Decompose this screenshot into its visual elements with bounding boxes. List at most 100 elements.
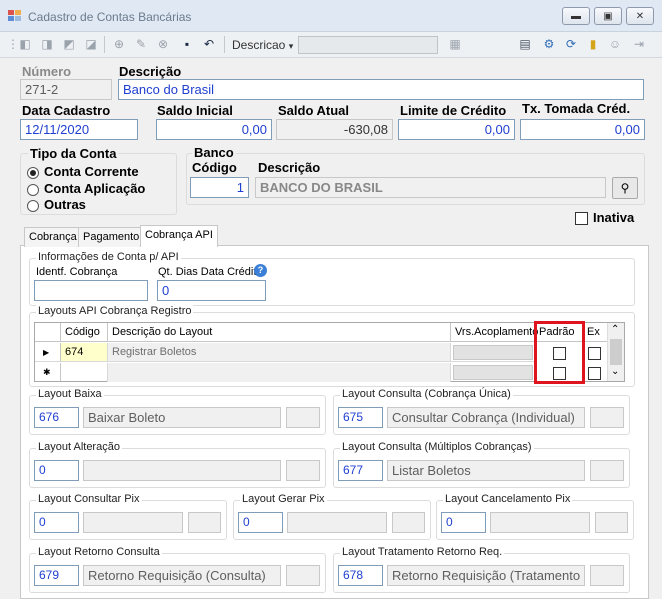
ex-checkbox[interactable] <box>588 347 601 360</box>
radio-outras[interactable] <box>27 200 39 212</box>
scroll-up-icon[interactable]: ⌃ <box>611 324 619 335</box>
first-record-icon[interactable]: ◧ <box>16 35 34 53</box>
note-icon[interactable]: ▮ <box>584 35 602 53</box>
scroll-thumb[interactable] <box>610 339 622 365</box>
chevron-down-icon: ▾ <box>288 41 294 51</box>
saldo-inicial-field[interactable]: 0,00 <box>156 119 272 140</box>
layout-baixa-code-field[interactable]: 676 <box>34 407 79 428</box>
layouts-grid-title: Layouts API Cobrança Registro <box>36 305 194 317</box>
radio-label-outras[interactable]: Outras <box>44 197 86 212</box>
radio-conta-corrente[interactable] <box>27 167 39 179</box>
search-field-dropdown[interactable]: Descricao ▾ <box>232 38 293 52</box>
grid-cell-codigo[interactable]: 674 <box>61 343 108 362</box>
limite-credito-field[interactable]: 0,00 <box>398 119 515 140</box>
grid-header-indicator <box>35 323 61 342</box>
app-icon <box>8 10 21 21</box>
banco-codigo-field[interactable]: 1 <box>190 177 249 198</box>
identf-cobranca-label: Identf. Cobrança <box>36 266 118 278</box>
undo-icon[interactable]: ↶ <box>200 35 218 53</box>
settings-icon[interactable]: ⚙ <box>540 35 558 53</box>
grid-header-codigo[interactable]: Código <box>61 323 108 342</box>
grid-scrollbar[interactable]: ⌃ ⌄ <box>607 323 624 381</box>
delete-icon[interactable]: ⊗ <box>154 35 172 53</box>
qt-dias-field[interactable]: 0 <box>157 280 266 301</box>
user-icon[interactable]: ☺ <box>606 35 624 53</box>
help-icon[interactable]: ? <box>254 264 267 277</box>
layout-consultar-pix-lookup-button[interactable] <box>188 512 221 533</box>
grid-header-ex[interactable]: Ex <box>583 323 605 342</box>
layout-baixa-lookup-button[interactable] <box>286 407 320 428</box>
radio-label-conta-corrente[interactable]: Conta Corrente <box>44 164 139 179</box>
tx-tomada-label: Tx. Tomada Créd. <box>522 101 631 116</box>
layout-cancelamento-pix-code-field[interactable]: 0 <box>441 512 486 533</box>
descricao-field[interactable]: Banco do Brasil <box>118 79 644 100</box>
report-icon[interactable]: ▤ <box>516 35 534 53</box>
minimize-button[interactable]: ▬ <box>562 7 590 25</box>
layout-cancelamento-pix-title: Layout Cancelamento Pix <box>443 493 573 505</box>
ex-new-checkbox[interactable] <box>588 367 601 380</box>
exit-icon[interactable]: ⇥ <box>630 35 648 53</box>
tab-cobranca[interactable]: Cobrança <box>24 227 82 247</box>
scroll-down-icon[interactable]: ⌄ <box>611 366 619 377</box>
info-api-title: Informações de Conta p/ API <box>36 251 181 263</box>
grid-cell-vrs[interactable] <box>451 343 535 362</box>
layout-retorno-consulta-code-field[interactable]: 679 <box>34 565 79 586</box>
layout-consulta-unica-desc-field: Consultar Cobrança (Individual) <box>387 407 585 428</box>
tab-pagamento[interactable]: Pagamento <box>78 227 145 247</box>
tab-cobranca-api[interactable]: Cobrança API <box>140 225 218 247</box>
previous-record-icon[interactable]: ◨ <box>38 35 56 53</box>
layout-consulta-multiplos-code-field[interactable]: 677 <box>338 460 383 481</box>
grid-header-vrs[interactable]: Vrs.Acoplamento <box>451 323 538 342</box>
inativa-checkbox[interactable] <box>575 212 588 225</box>
layout-cancelamento-pix-desc-field <box>490 512 590 533</box>
grid-header-descricao[interactable]: Descrição do Layout <box>108 323 451 342</box>
search-field-label: Descricao <box>232 38 286 52</box>
layout-alteracao-title: Layout Alteração <box>36 441 122 453</box>
last-record-icon[interactable]: ◪ <box>82 35 100 53</box>
close-icon: ✕ <box>635 10 645 22</box>
qt-dias-label: Qt. Dias Data Crédito <box>158 266 263 278</box>
grid-new-cell-vrs[interactable] <box>451 363 535 382</box>
radio-conta-aplicacao[interactable] <box>27 184 39 196</box>
identf-cobranca-field[interactable] <box>34 280 148 301</box>
next-record-icon[interactable]: ◩ <box>60 35 78 53</box>
layout-consulta-unica-lookup-button[interactable] <box>590 407 624 428</box>
close-window-button[interactable]: ✕ <box>626 7 654 25</box>
grid-new-cell-descricao <box>108 363 451 382</box>
layout-gerar-pix-code-field[interactable]: 0 <box>238 512 283 533</box>
layout-consultar-pix-code-field[interactable]: 0 <box>34 512 79 533</box>
window-title: Cadastro de Contas Bancárias <box>28 10 192 24</box>
layout-alteracao-lookup-button[interactable] <box>286 460 320 481</box>
maximize-button[interactable]: ▣ <box>594 7 622 25</box>
layout-retorno-consulta-lookup-button[interactable] <box>286 565 320 586</box>
edit-icon[interactable]: ✎ <box>132 35 150 53</box>
tx-tomada-field[interactable]: 0,00 <box>520 119 645 140</box>
refresh-icon[interactable]: ⟳ <box>562 35 580 53</box>
layout-cancelamento-pix-lookup-button[interactable] <box>595 512 628 533</box>
save-icon[interactable]: ▪ <box>178 35 196 53</box>
layout-gerar-pix-desc-field <box>287 512 387 533</box>
search-input[interactable] <box>298 36 438 54</box>
add-icon[interactable]: ⊕ <box>110 35 128 53</box>
layout-gerar-pix-title: Layout Gerar Pix <box>240 493 327 505</box>
inativa-label[interactable]: Inativa <box>593 210 634 225</box>
search-icon[interactable]: ▦ <box>446 35 464 53</box>
banco-title: Banco <box>192 145 236 160</box>
toolbar-separator <box>224 36 225 53</box>
data-cadastro-field[interactable]: 12/11/2020 <box>20 119 138 140</box>
limite-credito-label: Limite de Crédito <box>400 103 507 118</box>
layout-consulta-unica-title: Layout Consulta (Cobrança Única) <box>340 388 513 400</box>
toolbar-separator <box>104 36 105 53</box>
layout-tratamento-retorno-code-field[interactable]: 678 <box>338 565 383 586</box>
layout-retorno-consulta-title: Layout Retorno Consulta <box>36 546 162 558</box>
layout-alteracao-code-field[interactable]: 0 <box>34 460 79 481</box>
row-indicator-icon: ▶ <box>35 343 61 362</box>
grid-new-cell-codigo[interactable] <box>61 363 108 382</box>
radio-label-conta-aplicacao[interactable]: Conta Aplicação <box>44 181 145 196</box>
layout-gerar-pix-lookup-button[interactable] <box>392 512 425 533</box>
banco-lookup-button[interactable]: ⚲ <box>612 177 638 199</box>
layout-baixa-title: Layout Baixa <box>36 388 104 400</box>
layout-consulta-multiplos-lookup-button[interactable] <box>590 460 624 481</box>
layout-tratamento-retorno-lookup-button[interactable] <box>590 565 624 586</box>
layout-consulta-unica-code-field[interactable]: 675 <box>338 407 383 428</box>
